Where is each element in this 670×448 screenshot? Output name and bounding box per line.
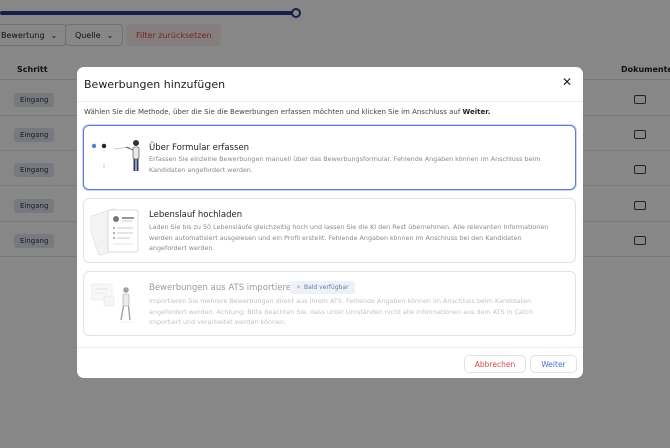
option-description: Importieren Sie mehrere Bewerbungen dire… — [149, 297, 533, 326]
close-icon[interactable]: ✕ — [560, 75, 574, 89]
option-description: Erfassen Sie einzelne Bewerbungen manuel… — [149, 155, 541, 174]
next-button[interactable]: Weiter — [530, 355, 577, 373]
cancel-button[interactable]: Abbrechen — [464, 355, 526, 373]
option-form-entry[interactable]: Über Formular erfassen Erfassen Sie einz… — [83, 125, 576, 190]
dialog-instructions: Wählen Sie die Methode, über die Sie die… — [84, 108, 490, 116]
option-title: Lebenslauf hochladen — [149, 210, 243, 220]
coming-soon-badge: ✧ Bald verfügbar — [290, 281, 355, 294]
sparkle-icon: ✧ — [296, 284, 302, 291]
badge-label: Bald verfügbar — [304, 284, 349, 291]
option-cv-upload[interactable]: Lebenslauf hochladen Laden Sie bis zu 50… — [83, 198, 576, 263]
divider — [77, 101, 583, 102]
option-ats-import: Bewerbungen aus ATS importieren ✧ Bald v… — [83, 271, 576, 336]
add-applications-dialog: Bewerbungen hinzufügen ✕ Wählen Sie die … — [77, 67, 583, 378]
instructions-emphasis: Weiter. — [462, 108, 491, 116]
option-title: Bewerbungen aus ATS importieren — [149, 283, 297, 293]
cv-illustration-icon — [86, 206, 144, 256]
option-title: Über Formular erfassen — [149, 143, 250, 153]
instructions-text: Wählen Sie die Methode, über die Sie die… — [84, 108, 463, 116]
divider — [77, 347, 583, 348]
form-illustration-icon — [90, 134, 144, 184]
option-description: Laden Sie bis zu 50 Lebensläufe gleichze… — [149, 223, 549, 252]
ats-illustration-icon — [90, 278, 144, 328]
dialog-title: Bewerbungen hinzufügen — [84, 78, 226, 91]
